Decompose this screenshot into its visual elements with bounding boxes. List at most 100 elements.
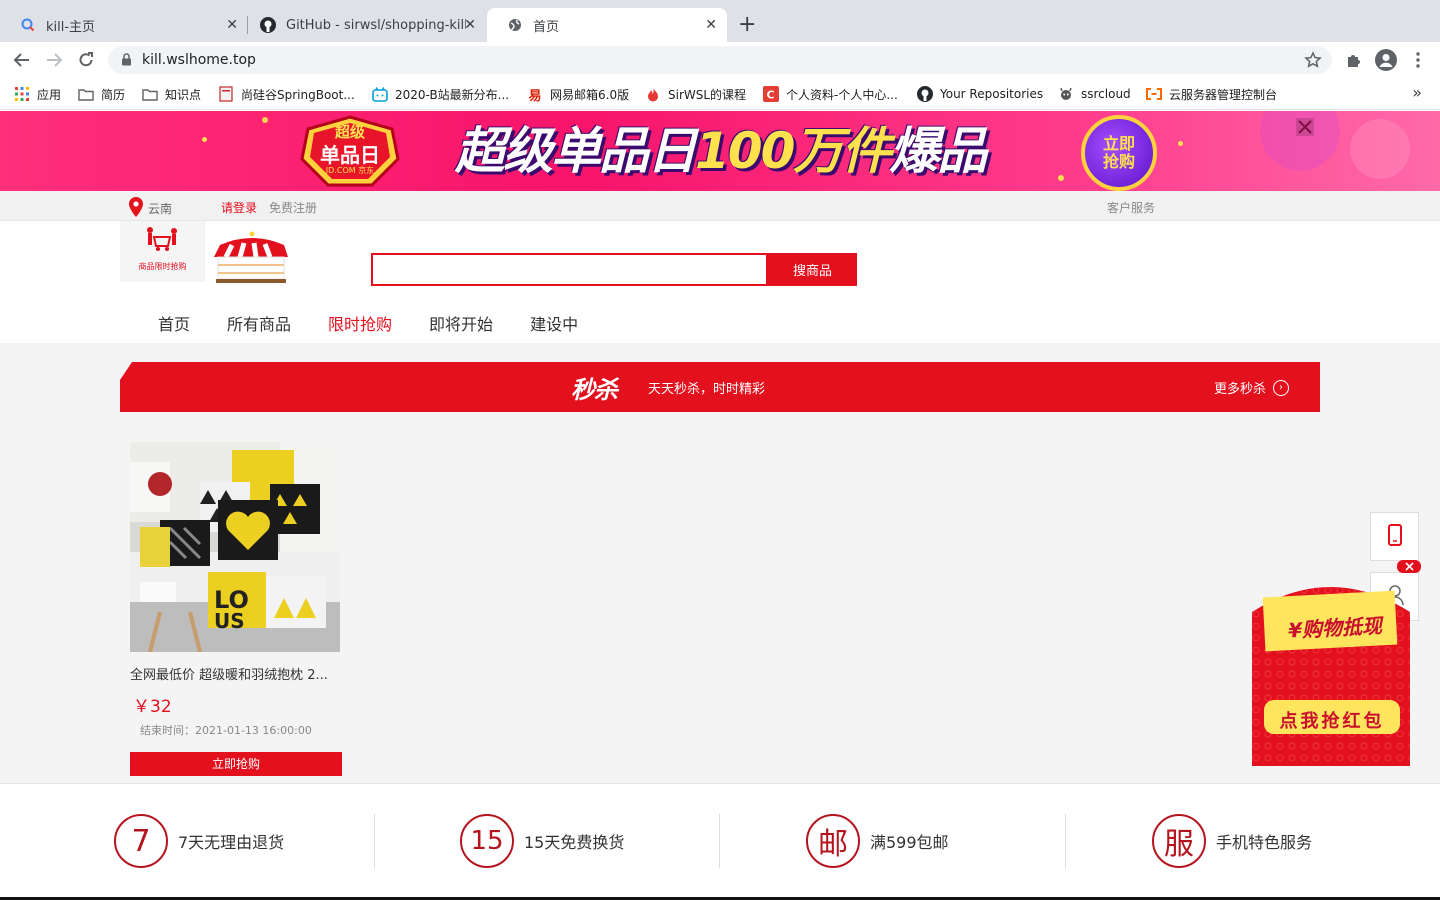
- search-button[interactable]: 搜商品: [768, 253, 857, 286]
- nav-all-products[interactable]: 所有商品: [227, 311, 291, 335]
- bookmark-label: ssrcloud: [1081, 87, 1131, 101]
- super-single-day-badge: 超级 单品日 JD.COM 京东: [300, 115, 400, 187]
- service-label: 手机特色服务: [1216, 833, 1313, 852]
- login-link[interactable]: 请登录: [221, 199, 257, 216]
- service-mobile-features: 服 手机特色服务: [1152, 814, 1312, 868]
- back-arrow-icon[interactable]: [10, 48, 34, 72]
- apps-grid-icon: [14, 86, 30, 102]
- nav-under-construction[interactable]: 建设中: [530, 311, 578, 335]
- red-packet-widget[interactable]: ¥购物抵现 点我抢红包: [1250, 572, 1412, 770]
- promo-buy-now-button[interactable]: 立即 抢购: [1081, 115, 1157, 191]
- more-seckill-link[interactable]: 更多秒杀 ›: [1214, 378, 1290, 397]
- bookmark-springboot[interactable]: 尚硅谷SpringBoot...: [218, 85, 355, 103]
- nav-flash-sale[interactable]: 限时抢购: [328, 311, 392, 335]
- confetti-dot: [1178, 141, 1183, 146]
- bookmarks-more-chevron[interactable]: »: [1412, 83, 1422, 102]
- badge-text-main: 单品日: [320, 143, 380, 167]
- confetti-dot: [1058, 175, 1064, 181]
- bookmark-bilibili[interactable]: 2020-B站最新分布...: [372, 85, 509, 103]
- mobile-app-button[interactable]: [1370, 512, 1419, 561]
- forward-arrow-icon[interactable]: [42, 48, 66, 72]
- bookmark-label: 知识点: [165, 87, 202, 102]
- bookmark-label: 云服务器管理控制台: [1169, 87, 1278, 102]
- tab-kill-home[interactable]: kill-主页 ✕: [0, 8, 248, 42]
- nav-coming-soon[interactable]: 即将开始: [429, 311, 493, 335]
- buy-now-button[interactable]: 立即抢购: [130, 752, 342, 776]
- address-bar[interactable]: kill.wslhome.top: [108, 46, 1332, 74]
- bookmark-sirwsl-course[interactable]: SirWSL的课程: [645, 85, 746, 103]
- bookmark-label: 网易邮箱6.0版: [550, 87, 630, 102]
- nav-home[interactable]: 首页: [158, 311, 190, 335]
- customer-service-link[interactable]: 客户服务: [1107, 199, 1155, 216]
- bookmark-aliyun-console[interactable]: 云服务器管理控制台: [1146, 85, 1277, 103]
- bookmark-apps[interactable]: 应用: [14, 85, 61, 103]
- promo-close-icon[interactable]: [1294, 117, 1316, 137]
- lock-icon[interactable]: [121, 53, 132, 70]
- tab-close-icon[interactable]: ✕: [705, 17, 717, 33]
- netease-icon: 易: [528, 88, 542, 104]
- new-tab-icon[interactable]: +: [738, 12, 756, 37]
- product-image-pillows[interactable]: LO US: [130, 442, 340, 652]
- bookmark-label: SirWSL的课程: [668, 87, 747, 102]
- bookmark-folder-resume[interactable]: 简历: [78, 85, 125, 103]
- bookmark-star-icon[interactable]: [1304, 51, 1322, 73]
- csdn-icon: C: [763, 86, 779, 102]
- ssr-icon: [1058, 86, 1074, 102]
- tab-title: GitHub - sirwsl/shopping-kill:: [286, 17, 466, 33]
- red-packet-grab-text: 点我抢红包: [1279, 711, 1385, 732]
- bookmark-your-repositories[interactable]: Your Repositories: [917, 85, 1043, 103]
- service-label: 15天免费换货: [524, 833, 625, 852]
- chevron-right-icon: ›: [1273, 379, 1290, 396]
- service-ring-icon: 15: [460, 814, 514, 868]
- service-ring-icon: 邮: [806, 814, 860, 868]
- badge-text-brand: JD.COM 京东: [325, 166, 375, 175]
- site-top-bar: 云南 请登录 免费注册 客户服务: [0, 191, 1440, 221]
- service-free-shipping: 邮 满599包邮: [806, 814, 949, 868]
- bookmark-folder-knowledge[interactable]: 知识点: [142, 85, 201, 103]
- tab-title: 首页: [533, 19, 560, 35]
- location-text: 云南: [148, 202, 173, 216]
- bookmark-ssrcloud[interactable]: ssrcloud: [1058, 85, 1131, 103]
- globe-icon: [507, 17, 523, 33]
- promo-banner[interactable]: 超级 单品日 JD.COM 京东 超级单品日100万件爆品 立即 抢购: [0, 111, 1440, 191]
- service-7-day-return: 7 7天无理由退货: [114, 814, 284, 868]
- location-selector[interactable]: 云南: [128, 197, 172, 220]
- bookmark-csdn-profile[interactable]: C 个人资料-个人中心...: [763, 85, 898, 103]
- menu-kebab-icon[interactable]: [1406, 48, 1430, 72]
- seckill-tagline: 天天秒杀，时时精彩: [648, 382, 766, 397]
- service-label: 满599包邮: [870, 833, 949, 852]
- slogan-part-1: 超级单品日: [455, 122, 697, 180]
- product-name[interactable]: 全网最低价 超级暖和羽绒抱枕 2...: [130, 664, 342, 683]
- tab-close-icon[interactable]: ✕: [464, 17, 476, 33]
- tab-github[interactable]: GitHub - sirwsl/shopping-kill: ✕: [240, 8, 486, 42]
- flame-icon: [645, 86, 661, 102]
- footer-divider: [719, 814, 720, 868]
- bilibili-icon: [372, 86, 388, 102]
- bookmark-netease-mail[interactable]: 易 网易邮箱6.0版: [527, 85, 630, 104]
- bokeh-circle: [1350, 119, 1410, 179]
- seckill-corner-notch: [120, 362, 132, 380]
- tab-close-icon[interactable]: ✕: [226, 17, 238, 33]
- tab-home-active[interactable]: 首页 ✕: [487, 8, 727, 42]
- bookmarks-bar: 应用 简历 知识点 尚硅谷SpringBoot... 2020-B站最新分布..…: [0, 78, 1440, 110]
- register-link[interactable]: 免费注册: [269, 199, 317, 216]
- bookmark-label: 2020-B站最新分布...: [395, 87, 510, 102]
- search-input[interactable]: [371, 253, 768, 286]
- product-end-time: 结束时间：2021-01-13 16:00:00: [140, 724, 312, 737]
- profile-avatar-icon[interactable]: [1374, 48, 1398, 72]
- flash-sale-logo[interactable]: 商品限时抢购: [120, 221, 205, 282]
- service-15-day-exchange: 15 15天免费换货: [460, 814, 624, 868]
- github-icon: [917, 86, 933, 102]
- reload-icon[interactable]: [74, 48, 98, 72]
- product-card[interactable]: LO US 全网最低价 超级暖和羽绒抱枕 2... ￥32 结束时间：2021-…: [130, 442, 342, 778]
- folder-icon: [142, 86, 158, 102]
- url-text: kill.wslhome.top: [142, 52, 256, 68]
- location-pin-icon: [128, 197, 144, 220]
- extensions-puzzle-icon[interactable]: [1342, 48, 1366, 72]
- site-header: 商品限时抢购 搜商品 首页 所有商品 限时抢购 即将开始 建设中: [0, 221, 1440, 343]
- storefront-awning-icon: [212, 231, 290, 285]
- bookmark-label: 简历: [101, 87, 126, 102]
- q-favicon: [20, 17, 36, 33]
- footer-divider: [1065, 814, 1066, 868]
- red-packet-close-icon[interactable]: [1397, 560, 1421, 573]
